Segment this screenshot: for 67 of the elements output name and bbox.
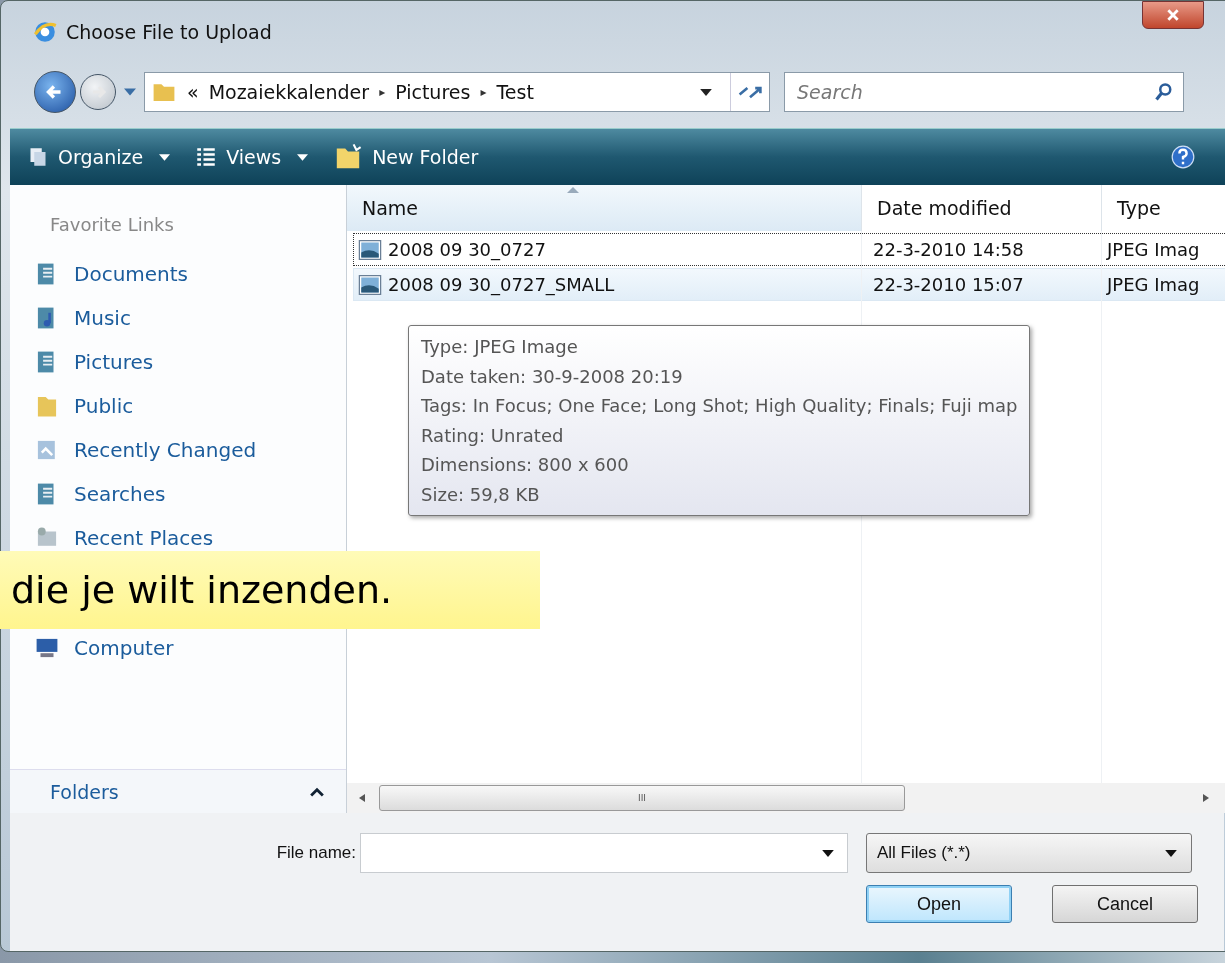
image-file-icon (358, 239, 382, 260)
column-header[interactable]: Type (1102, 185, 1225, 231)
date-cell: 22-3-2010 14:58 (873, 239, 1024, 260)
sidebar-item[interactable]: Public (24, 392, 134, 420)
sidebar-item[interactable]: Pictures (24, 348, 154, 376)
window-title: Choose File to Upload (66, 21, 272, 43)
list-icon (196, 147, 217, 167)
sidebar-item[interactable]: Recent Places (24, 524, 214, 552)
subtitle-caption: die je wilt inzenden. (0, 551, 540, 629)
sidebar-item[interactable]: Searches (24, 480, 166, 508)
separator-arrow: ▸ (379, 85, 386, 99)
overflow-chevron[interactable]: « (187, 81, 199, 103)
caret-icon (297, 153, 309, 161)
section-heading: Favorite Links (50, 214, 175, 235)
tooltip-line: Tags: In Focus; One Face; Long Shot; High Quality; Finals; Fuji map (421, 394, 1018, 418)
image-file-icon (358, 274, 382, 295)
file-row[interactable]: 2008 09 30_0727_SMALL 22-3-2010 15:07 JPEG Imag (353, 268, 1225, 301)
file-type-dropdown[interactable]: All Files (*.*) (866, 833, 1192, 873)
tooltip-line: Rating: Unrated (421, 423, 565, 448)
forward-button[interactable] (80, 74, 116, 110)
sidebar-item[interactable]: Recently Changed (24, 436, 257, 464)
dropdown-arrow-icon[interactable] (700, 88, 712, 96)
tooltip-line: Date taken: 30-9-2008 20:19 (421, 364, 684, 389)
dropdown-arrow-icon[interactable] (822, 850, 834, 857)
views-button[interactable]: Views (190, 142, 315, 172)
file-name-field[interactable] (360, 833, 848, 873)
sidebar-item[interactable]: Documents (24, 260, 189, 288)
back-button[interactable] (34, 71, 76, 113)
pages-icon (28, 147, 48, 167)
file-row[interactable]: 2008 09 30_0727 22-3-2010 14:58 JPEG Imag (353, 233, 1225, 266)
scroll-right-arrow[interactable] (1203, 794, 1209, 802)
tooltip-line: Dimensions: 800 x 600 (421, 453, 630, 477)
search-icon (1154, 82, 1174, 102)
sidebar-item[interactable]: Computer (24, 634, 174, 662)
column-header[interactable]: Date modified (862, 185, 1102, 231)
breadcrumb[interactable]: Test (496, 81, 534, 103)
search-field[interactable]: Search (784, 72, 1184, 112)
caret-icon[interactable] (124, 88, 136, 96)
scrollbar-thumb[interactable]: III (379, 785, 905, 811)
breadcrumb[interactable]: Mozaiekkalender (208, 81, 370, 103)
sidebar-item[interactable]: Music (24, 304, 131, 332)
sort-arrow-icon (567, 187, 579, 193)
tooltip-line: Type: JPEG Image (421, 335, 579, 359)
tooltip-line: Size: 59,8 KB (421, 482, 541, 507)
file-name: 2008 09 30_0727 (388, 239, 546, 260)
folders-toggle[interactable]: Folders (10, 769, 346, 813)
field-label: File name: (275, 843, 356, 863)
caret-icon (159, 153, 171, 161)
scroll-left-arrow[interactable] (359, 794, 365, 802)
breadcrumb[interactable]: Pictures (395, 81, 471, 103)
folder-icon (334, 143, 363, 171)
column-header[interactable]: Name (347, 185, 862, 231)
open-button[interactable]: Open (866, 885, 1012, 923)
dropdown-arrow-icon (1165, 849, 1177, 857)
help-icon[interactable] (1171, 145, 1195, 169)
close-icon (1166, 8, 1180, 22)
new-folder-button[interactable]: New Folder (328, 139, 485, 175)
address-bar[interactable]: « Mozaiekkalender ▸ Pictures ▸ Test (144, 72, 770, 112)
cancel-button[interactable]: Cancel (1052, 885, 1198, 923)
date-cell: 22-3-2010 15:07 (873, 274, 1024, 295)
file-name: 2008 09 30_0727_SMALL (388, 274, 615, 295)
close-button[interactable] (1142, 1, 1204, 29)
separator-arrow: ▸ (480, 85, 487, 99)
type-cell: JPEG Imag (1107, 239, 1200, 260)
globe-icon (32, 19, 58, 45)
type-cell: JPEG Imag (1107, 274, 1200, 295)
organize-button[interactable]: Organize (22, 142, 177, 172)
